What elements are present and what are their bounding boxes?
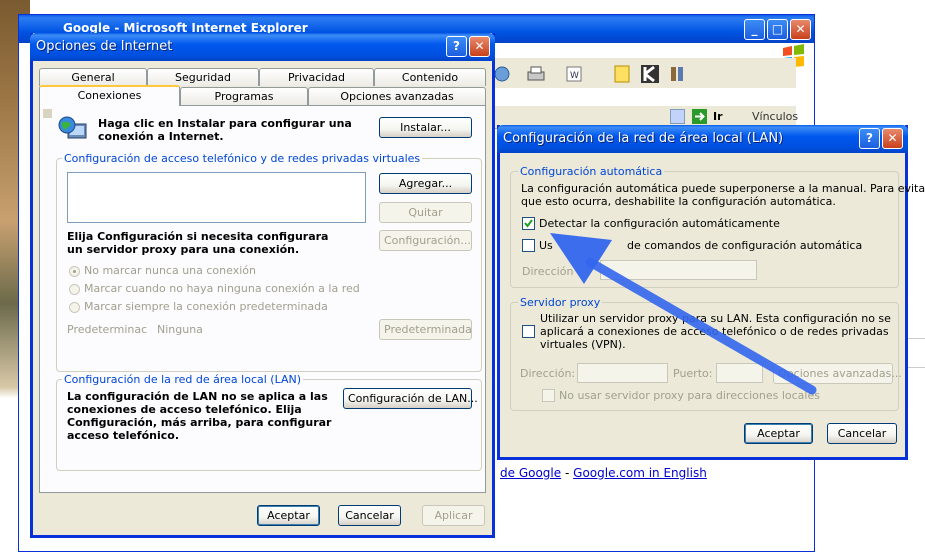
annotation-arrow-icon — [550, 233, 817, 395]
tab-connections[interactable]: Conexiones — [39, 85, 180, 106]
